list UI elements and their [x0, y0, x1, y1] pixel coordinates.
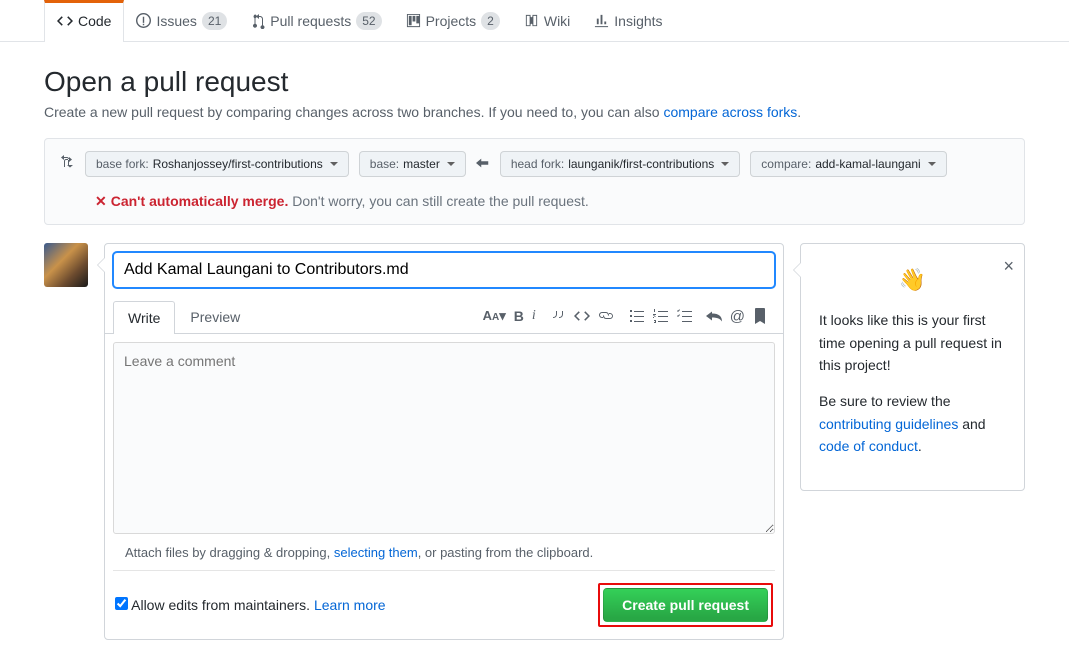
projects-icon [406, 13, 421, 28]
tab-wiki[interactable]: Wiki [512, 0, 582, 41]
highlight-box: Create pull request [598, 583, 773, 627]
head-fork-select[interactable]: head fork: launganik/first-contributions [500, 151, 740, 177]
comment-form: Write Preview AA▾ B i [104, 243, 784, 640]
range-editor: base fork: Roshanjossey/first-contributi… [44, 138, 1025, 225]
book-icon [524, 13, 539, 28]
bold-icon[interactable]: B [514, 308, 524, 325]
bookmark-icon[interactable] [753, 308, 767, 324]
issues-count: 21 [202, 12, 227, 30]
welcome-popover: × 👋 It looks like this is your first tim… [800, 243, 1025, 491]
reply-icon[interactable] [706, 308, 722, 324]
selecting-them-link[interactable]: selecting them [334, 545, 418, 560]
italic-icon[interactable]: i [532, 308, 536, 325]
heading-icon[interactable]: AA▾ [483, 308, 506, 325]
preview-tab[interactable]: Preview [175, 300, 255, 333]
create-pr-button[interactable]: Create pull request [603, 588, 768, 622]
arrow-left-icon [476, 156, 490, 173]
tab-insights-label: Insights [614, 13, 662, 29]
welcome-p1: It looks like this is your first time op… [819, 309, 1006, 376]
base-branch-select[interactable]: base: master [359, 151, 466, 177]
coc-link[interactable]: code of conduct [819, 438, 918, 454]
allow-edits[interactable]: Allow edits from maintainers. Learn more [115, 597, 386, 613]
tab-prs-label: Pull requests [270, 13, 351, 29]
allow-edits-checkbox[interactable] [115, 597, 128, 610]
wave-icon: 👋 [819, 262, 1006, 297]
code-icon [57, 13, 73, 29]
x-icon: ✕ [95, 193, 107, 209]
ul-icon[interactable] [628, 308, 644, 324]
compare-branch-select[interactable]: compare: add-kamal-laungani [750, 151, 946, 177]
link-icon[interactable] [598, 308, 614, 324]
projects-count: 2 [481, 12, 500, 30]
tab-insights[interactable]: Insights [582, 0, 674, 41]
tab-issues-label: Issues [156, 13, 196, 29]
repo-nav: Code Issues 21 Pull requests 52 Projects… [0, 0, 1069, 42]
page-title: Open a pull request [44, 66, 1025, 98]
attach-hint: Attach files by dragging & dropping, sel… [113, 541, 775, 571]
tasklist-icon[interactable] [676, 308, 692, 324]
learn-more-link[interactable]: Learn more [314, 597, 386, 613]
pr-body-textarea[interactable] [113, 342, 775, 534]
avatar [44, 243, 88, 287]
ol-icon[interactable] [652, 308, 668, 324]
tab-issues[interactable]: Issues 21 [124, 0, 239, 41]
base-fork-select[interactable]: base fork: Roshanjossey/first-contributi… [85, 151, 349, 177]
code-snippet-icon[interactable] [574, 308, 590, 324]
compare-icon [59, 155, 75, 174]
subhead: Create a new pull request by comparing c… [44, 104, 1025, 120]
close-icon[interactable]: × [1003, 252, 1014, 281]
pr-icon [251, 13, 265, 29]
graph-icon [594, 13, 609, 28]
compare-forks-link[interactable]: compare across forks [663, 104, 797, 120]
tab-projects-label: Projects [426, 13, 477, 29]
prs-count: 52 [356, 12, 381, 30]
write-tab[interactable]: Write [113, 301, 175, 334]
md-toolbar: AA▾ B i [483, 308, 775, 325]
mention-icon[interactable]: @ [730, 308, 745, 325]
tab-code-label: Code [78, 13, 111, 29]
quote-icon[interactable] [550, 308, 566, 324]
tab-code[interactable]: Code [44, 0, 124, 42]
tab-projects[interactable]: Projects 2 [394, 0, 512, 41]
contributing-link[interactable]: contributing guidelines [819, 416, 958, 432]
issue-icon [136, 13, 151, 28]
tab-prs[interactable]: Pull requests 52 [239, 0, 393, 41]
tab-wiki-label: Wiki [544, 13, 570, 29]
merge-status: ✕Can't automatically merge. Don't worry,… [59, 193, 1010, 210]
pr-title-input[interactable] [113, 252, 775, 288]
welcome-p2: Be sure to review the contributing guide… [819, 390, 1006, 457]
